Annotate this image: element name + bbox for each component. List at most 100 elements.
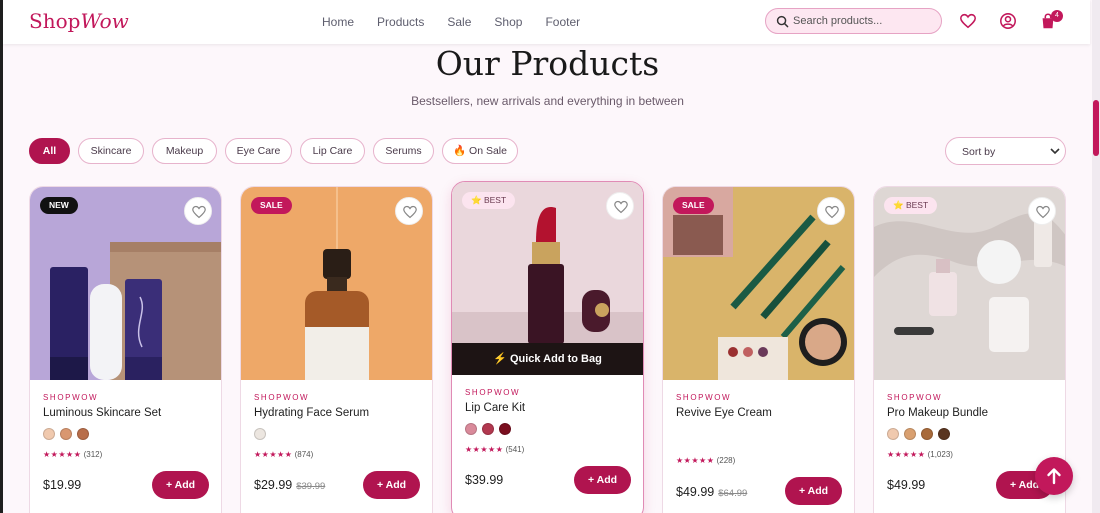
color-swatch[interactable] xyxy=(43,428,55,440)
product-badge: ⭐ BEST xyxy=(884,197,938,214)
color-swatch[interactable] xyxy=(77,428,89,440)
arrow-up-icon xyxy=(1047,468,1061,485)
color-swatch[interactable] xyxy=(465,423,477,435)
add-to-cart-button[interactable]: + Add xyxy=(363,471,420,499)
product-vendor: SHOPWOW xyxy=(887,393,943,402)
color-swatch[interactable] xyxy=(254,428,266,440)
original-price: $39.99 xyxy=(296,481,326,492)
wishlist-button[interactable] xyxy=(184,197,212,225)
scroll-top-button[interactable] xyxy=(1035,457,1073,495)
chevron-down-icon xyxy=(1050,148,1060,155)
filter-chip-skincare[interactable]: Skincare xyxy=(78,138,144,164)
current-price: $19.99 xyxy=(43,478,82,492)
wishlist-button[interactable] xyxy=(1028,197,1056,225)
product-image[interactable]: NEW xyxy=(30,187,221,380)
rating-stars: ★★★★★ xyxy=(887,450,926,459)
nav-links: Home Products Sale Shop Footer xyxy=(322,15,580,29)
color-swatch[interactable] xyxy=(60,428,72,440)
product-card[interactable]: SALE SHOPWOW Revive Eye Cream ★★★★★ (228… xyxy=(662,186,855,513)
product-rating: ★★★★★ (874) xyxy=(254,450,313,459)
scrollbar-thumb[interactable] xyxy=(1093,100,1099,156)
product-name[interactable]: Revive Eye Cream xyxy=(676,407,772,419)
color-swatch[interactable] xyxy=(904,428,916,440)
product-rating: ★★★★★ (312) xyxy=(43,450,102,459)
color-swatch[interactable] xyxy=(938,428,950,440)
current-price: $29.99 xyxy=(254,478,293,492)
cart-count-badge: 4 xyxy=(1051,10,1063,22)
product-vendor: SHOPWOW xyxy=(43,393,99,402)
product-price: $49.99 xyxy=(887,478,925,492)
product-badge: ⭐ BEST xyxy=(462,192,516,209)
product-vendor: SHOPWOW xyxy=(465,388,521,397)
page-subtitle: Bestsellers, new arrivals and everything… xyxy=(411,94,684,108)
color-swatches xyxy=(43,428,89,440)
product-rating: ★★★★★ (228) xyxy=(676,456,735,465)
original-price: $64.99 xyxy=(718,488,748,499)
search-placeholder: Search products... xyxy=(793,15,883,27)
filter-chip-makeup[interactable]: Makeup xyxy=(152,138,217,164)
filter-chip-eye-care[interactable]: Eye Care xyxy=(225,138,292,164)
product-price: $19.99 xyxy=(43,478,81,492)
heart-icon xyxy=(192,205,206,219)
wishlist-button[interactable] xyxy=(606,192,634,220)
current-price: $39.99 xyxy=(465,473,504,487)
sort-label: Sort by xyxy=(962,146,996,158)
nav-link-home[interactable]: Home xyxy=(322,15,354,29)
search-icon xyxy=(776,15,789,28)
product-name[interactable]: Pro Makeup Bundle xyxy=(887,407,988,419)
product-image[interactable]: ⭐ BEST xyxy=(874,187,1065,380)
product-card[interactable]: SALE SHOPWOW Hydrating Face Serum ★★★★★ … xyxy=(240,186,433,513)
product-card[interactable]: ⭐ BEST ⚡ Quick Add to Bag SHOPWOW Lip Ca… xyxy=(451,181,644,513)
product-rating: ★★★★★ (541) xyxy=(465,445,524,454)
color-swatches xyxy=(465,423,511,435)
color-swatch[interactable] xyxy=(887,428,899,440)
filter-chip-serums[interactable]: Serums xyxy=(373,138,434,164)
search-input[interactable]: Search products... xyxy=(765,8,942,34)
product-name[interactable]: Luminous Skincare Set xyxy=(43,407,161,419)
product-name[interactable]: Lip Care Kit xyxy=(465,402,525,414)
add-to-cart-button[interactable]: + Add xyxy=(785,477,842,505)
product-image[interactable]: SALE xyxy=(663,187,854,380)
heart-icon xyxy=(825,205,839,219)
add-to-cart-button[interactable]: + Add xyxy=(574,466,631,494)
product-price: $39.99 xyxy=(465,473,503,487)
product-badge: NEW xyxy=(40,197,78,214)
heart-icon[interactable] xyxy=(959,12,977,30)
filter-chip-on-sale[interactable]: 🔥 On Sale xyxy=(442,138,518,164)
nav-link-shop[interactable]: Shop xyxy=(494,15,522,29)
review-count: (874) xyxy=(294,450,314,459)
page: ShopWow Home Products Sale Shop Footer S… xyxy=(0,0,1100,513)
nav-link-products[interactable]: Products xyxy=(377,15,424,29)
navbar: ShopWow Home Products Sale Shop Footer S… xyxy=(3,0,1090,44)
product-image[interactable]: SALE xyxy=(241,187,432,380)
wishlist-button[interactable] xyxy=(395,197,423,225)
filter-chip-all[interactable]: All xyxy=(29,138,70,164)
product-badge: SALE xyxy=(251,197,292,214)
review-count: (312) xyxy=(83,450,103,459)
wishlist-button[interactable] xyxy=(817,197,845,225)
product-vendor: SHOPWOW xyxy=(676,393,732,402)
color-swatch[interactable] xyxy=(482,423,494,435)
add-to-cart-button[interactable]: + Add xyxy=(152,471,209,499)
brand-logo[interactable]: ShopWow xyxy=(29,9,129,33)
quick-add-button[interactable]: ⚡ Quick Add to Bag xyxy=(452,343,643,375)
heart-icon xyxy=(403,205,417,219)
color-swatch[interactable] xyxy=(921,428,933,440)
color-swatches xyxy=(887,428,950,440)
color-swatches xyxy=(254,428,266,440)
nav-link-sale[interactable]: Sale xyxy=(447,15,471,29)
product-price: $29.99 $39.99 xyxy=(254,478,325,492)
rating-stars: ★★★★★ xyxy=(254,450,293,459)
filter-chip-lip-care[interactable]: Lip Care xyxy=(300,138,365,164)
color-swatch[interactable] xyxy=(499,423,511,435)
product-name[interactable]: Hydrating Face Serum xyxy=(254,407,369,419)
sort-select[interactable]: Sort by xyxy=(945,137,1066,165)
user-icon[interactable] xyxy=(999,12,1017,30)
review-count: (1,023) xyxy=(927,450,953,459)
nav-link-footer[interactable]: Footer xyxy=(545,15,580,29)
product-card[interactable]: NEW SHOPWOW Luminous Skincare Set ★★★★★ … xyxy=(29,186,222,513)
product-card[interactable]: ⭐ BEST SHOPWOW Pro Makeup Bundle ★★★★★ (… xyxy=(873,186,1066,513)
current-price: $49.99 xyxy=(887,478,926,492)
product-rating: ★★★★★ (1,023) xyxy=(887,450,953,459)
product-image[interactable]: ⭐ BEST ⚡ Quick Add to Bag xyxy=(452,182,643,375)
